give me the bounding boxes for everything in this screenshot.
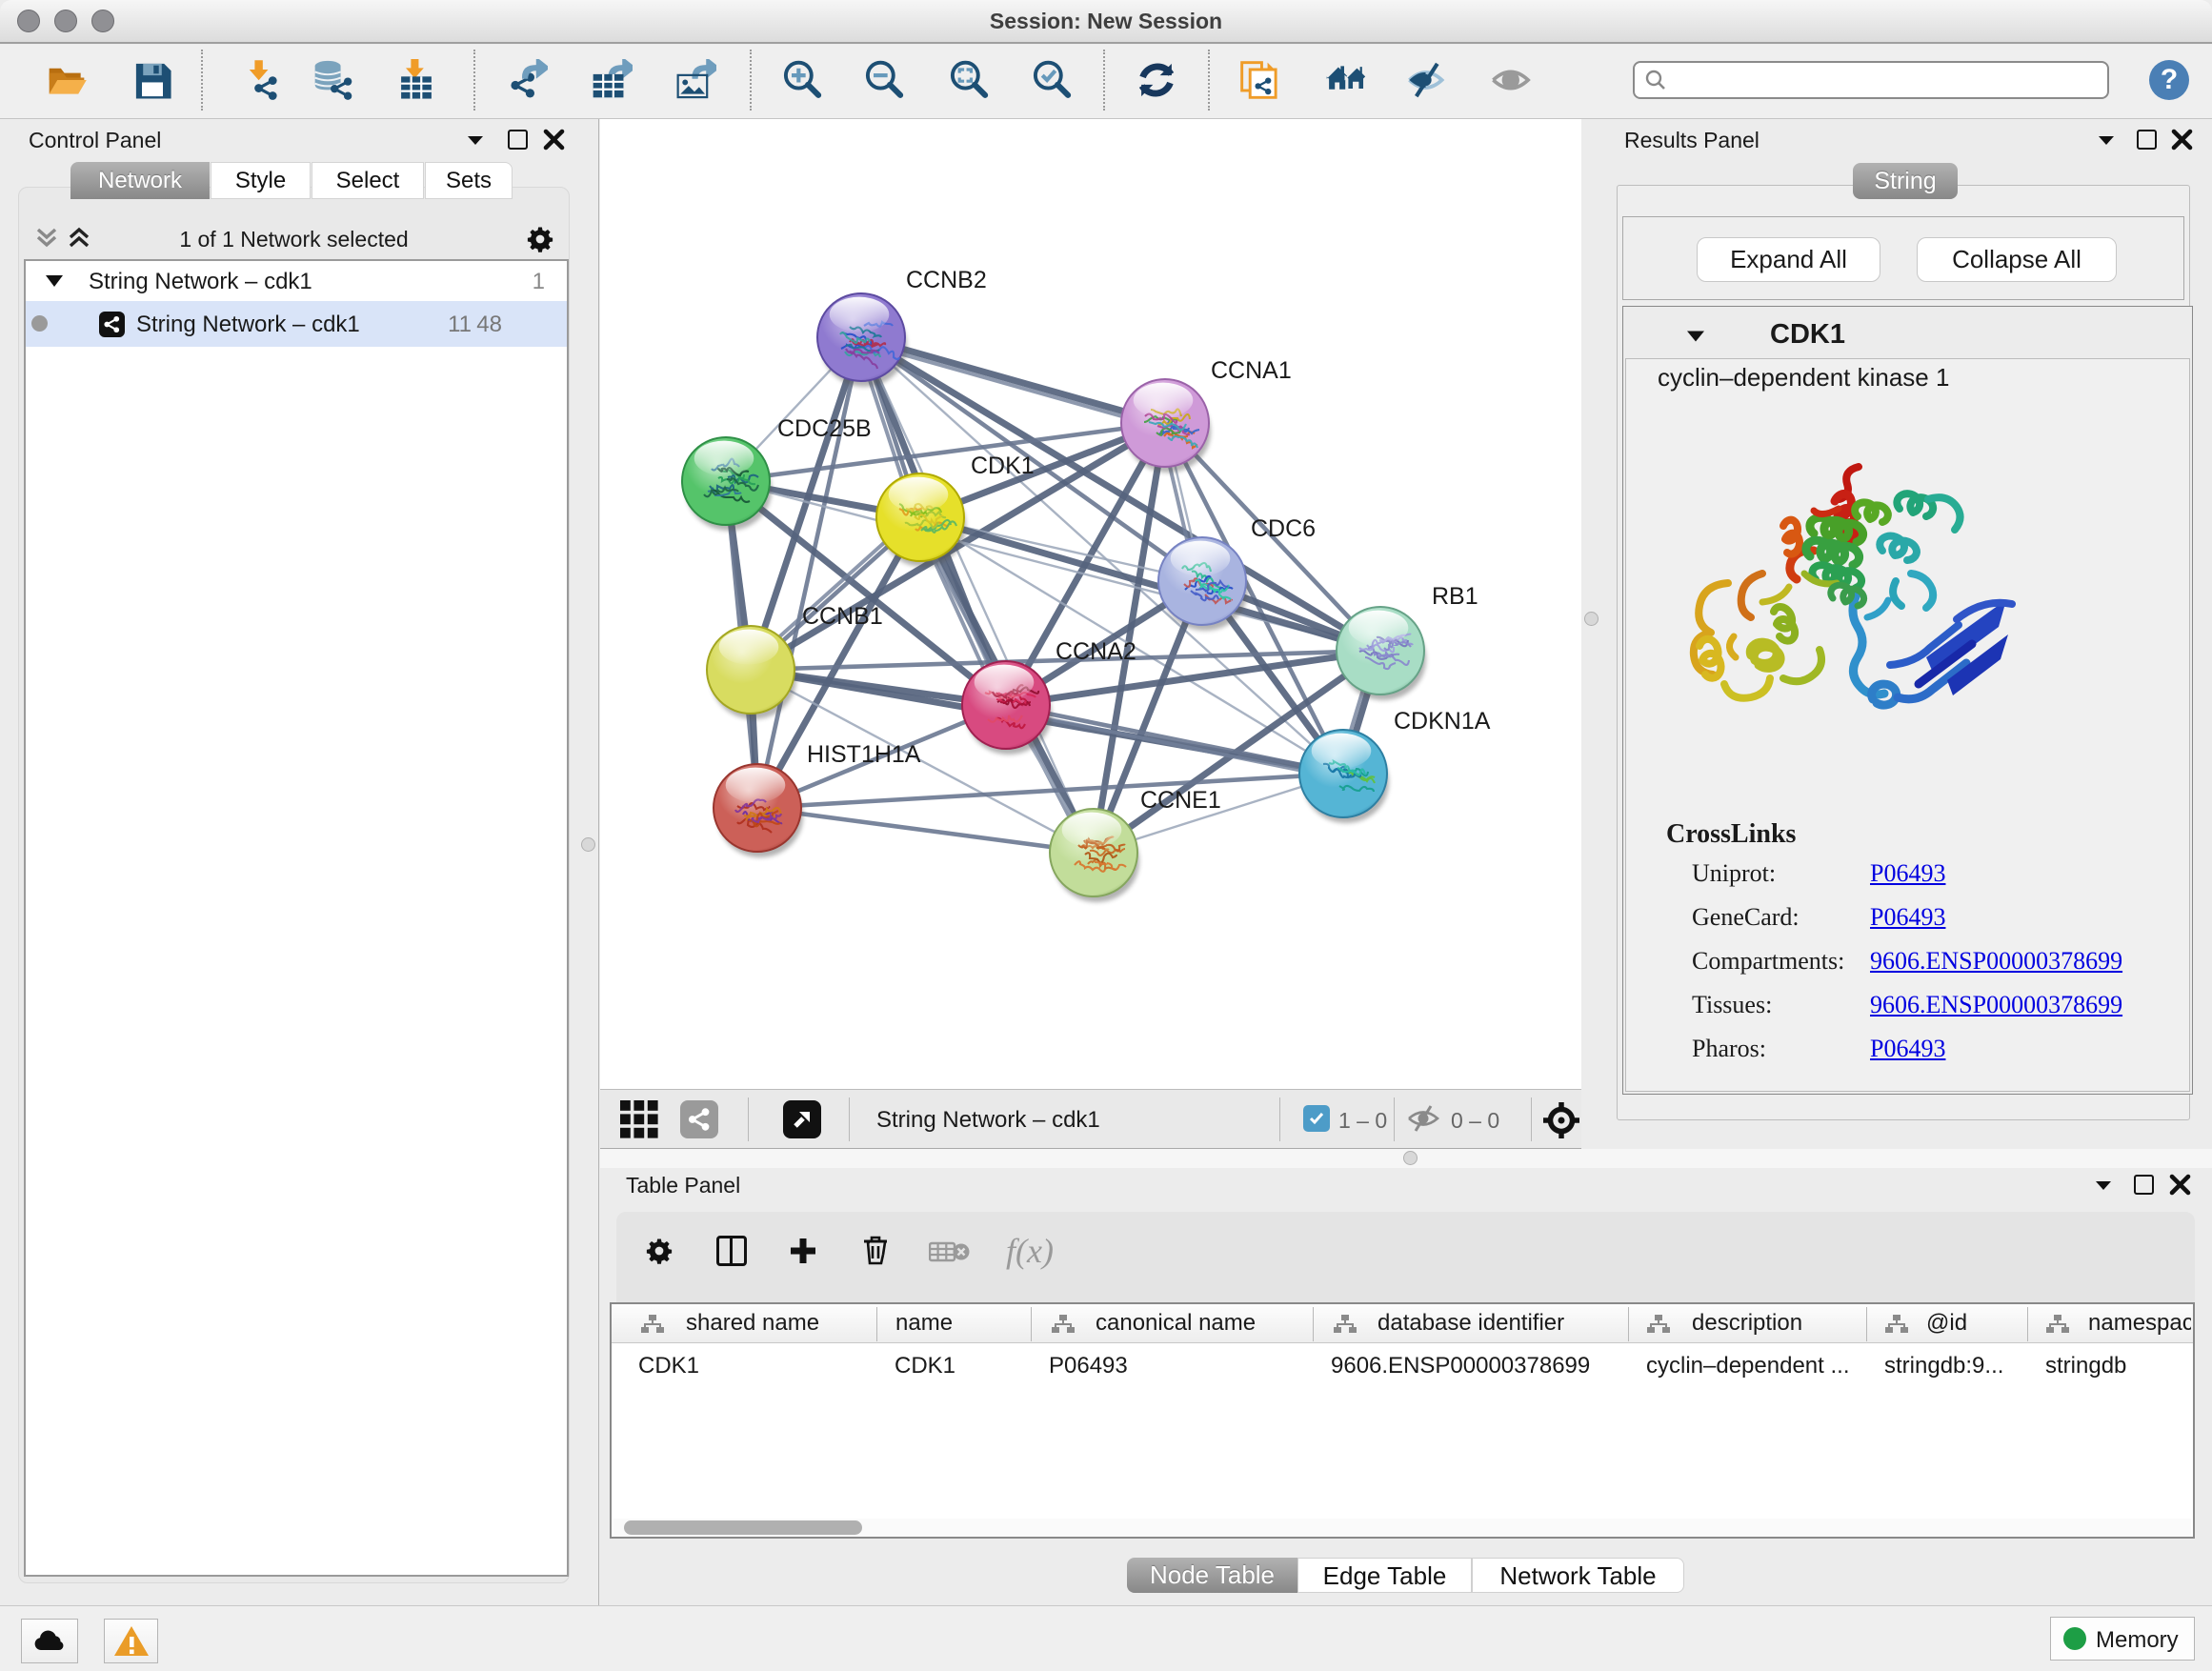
svg-text:CDC6: CDC6: [1251, 515, 1316, 542]
svg-text:RB1: RB1: [1432, 583, 1478, 610]
svg-text:HIST1H1A: HIST1H1A: [807, 741, 921, 768]
svg-text:CCNB2: CCNB2: [906, 267, 987, 293]
svg-text:CCNA2: CCNA2: [1056, 638, 1136, 665]
svg-text:CCNE1: CCNE1: [1140, 787, 1221, 814]
svg-text:CCNA1: CCNA1: [1211, 357, 1292, 384]
svg-text:CDK1: CDK1: [971, 453, 1035, 479]
svg-text:CCNB1: CCNB1: [802, 603, 883, 630]
svg-text:CDKN1A: CDKN1A: [1394, 708, 1491, 735]
svg-text:CDC25B: CDC25B: [777, 415, 872, 442]
